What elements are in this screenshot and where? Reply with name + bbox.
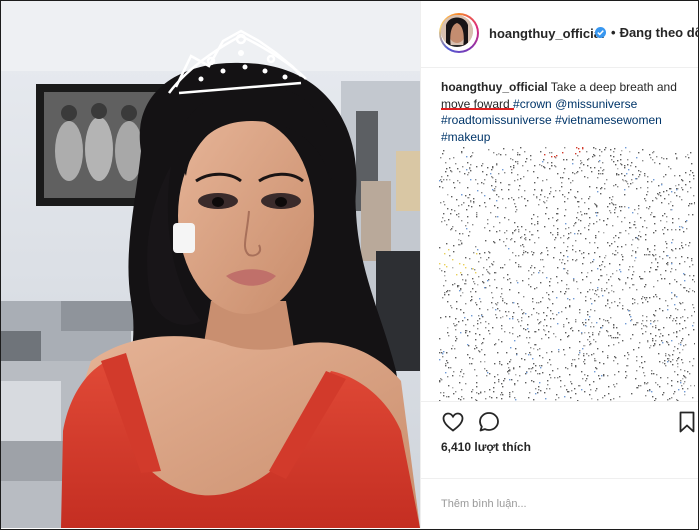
photo-illustration (1, 1, 420, 528)
follow-button[interactable]: Đang theo dõ (620, 25, 699, 40)
post-caption: hoangthuy_official Take a deep breath an… (441, 79, 681, 145)
bookmark-icon[interactable] (675, 410, 699, 434)
hashtag-vietnamesewomen[interactable]: #vietnamesewomen (555, 113, 662, 127)
follow-separator: • (611, 25, 616, 40)
comments-pixel-noise (439, 147, 696, 402)
hashtag-crown[interactable]: #crown (513, 97, 552, 111)
like-count[interactable]: 6,410 lượt thích (441, 440, 531, 454)
avatar-image (441, 15, 473, 47)
obscured-comments (439, 147, 696, 402)
follow-status[interactable]: • Đang theo dõ (611, 25, 699, 40)
verified-badge-icon (595, 27, 606, 38)
avatar[interactable] (439, 13, 479, 53)
comment-input[interactable] (441, 495, 681, 513)
caption-username[interactable]: hoangthuy_official (441, 80, 548, 94)
hashtag-makeup[interactable]: #makeup (441, 130, 490, 144)
comment-icon[interactable] (477, 410, 501, 434)
mention-missuniverse[interactable]: @missuniverse (555, 97, 637, 111)
comment-section (421, 478, 698, 529)
red-underline-annotation (441, 108, 514, 110)
action-bar (421, 401, 698, 442)
post-header: hoangthuy_official • Đang theo dõ (421, 1, 699, 68)
heart-icon[interactable] (441, 410, 465, 434)
post-sidebar: hoangthuy_official • Đang theo dõ hoangth… (420, 1, 699, 529)
caption-text: Take a deep breath and (547, 80, 677, 94)
post-photo[interactable] (1, 1, 420, 528)
hashtag-roadtomissuniverse[interactable]: #roadtomissuniverse (441, 113, 552, 127)
header-username[interactable]: hoangthuy_official (489, 26, 605, 41)
